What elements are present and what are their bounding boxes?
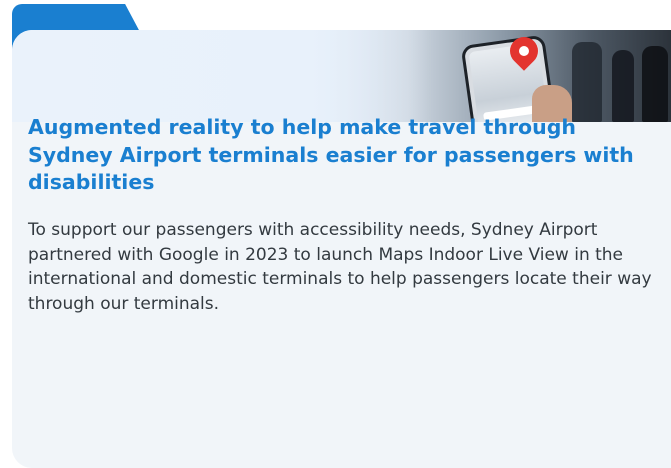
traveller-figure <box>612 50 634 122</box>
banner-image <box>12 30 671 122</box>
banner-fade <box>12 30 432 122</box>
article-headline: Augmented reality to help make travel th… <box>28 115 634 194</box>
traveller-figure <box>572 42 602 122</box>
article-body: To support our passengers with accessibi… <box>28 220 652 314</box>
traveller-figure <box>642 46 668 122</box>
page: Augmented reality to help make travel th… <box>0 0 671 468</box>
